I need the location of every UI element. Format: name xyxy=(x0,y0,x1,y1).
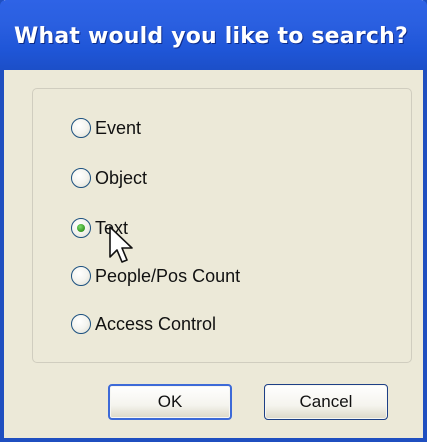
radio-option-people-pos-count[interactable]: People/Pos Count xyxy=(71,261,240,291)
radio-label-people-pos-count: People/Pos Count xyxy=(95,265,241,286)
dialog-title: What would you like to search? xyxy=(14,24,408,49)
ok-button[interactable]: OK xyxy=(108,384,232,420)
dialog-body: Event Object Text People/Pos Count Acces… xyxy=(4,70,423,438)
radio-button-text[interactable] xyxy=(71,218,91,238)
radio-label-event: Event xyxy=(95,117,142,138)
search-dialog: What would you like to search? Event Obj… xyxy=(0,0,427,442)
search-type-group: Event Object Text People/Pos Count Acces… xyxy=(32,88,412,363)
radio-button-object[interactable] xyxy=(71,168,91,188)
radio-option-text[interactable]: Text xyxy=(71,213,128,243)
radio-label-text: Text xyxy=(95,217,129,238)
radio-label-access-control: Access Control xyxy=(95,313,217,334)
radio-option-object[interactable]: Object xyxy=(71,163,147,193)
radio-button-access-control[interactable] xyxy=(71,314,91,334)
radio-button-event[interactable] xyxy=(71,118,91,138)
radio-label-object: Object xyxy=(95,167,148,188)
dialog-titlebar[interactable]: What would you like to search? xyxy=(0,0,427,70)
radio-option-event[interactable]: Event xyxy=(71,113,141,143)
radio-button-people-pos-count[interactable] xyxy=(71,266,91,286)
radio-option-access-control[interactable]: Access Control xyxy=(71,309,216,339)
cancel-button[interactable]: Cancel xyxy=(264,384,388,420)
